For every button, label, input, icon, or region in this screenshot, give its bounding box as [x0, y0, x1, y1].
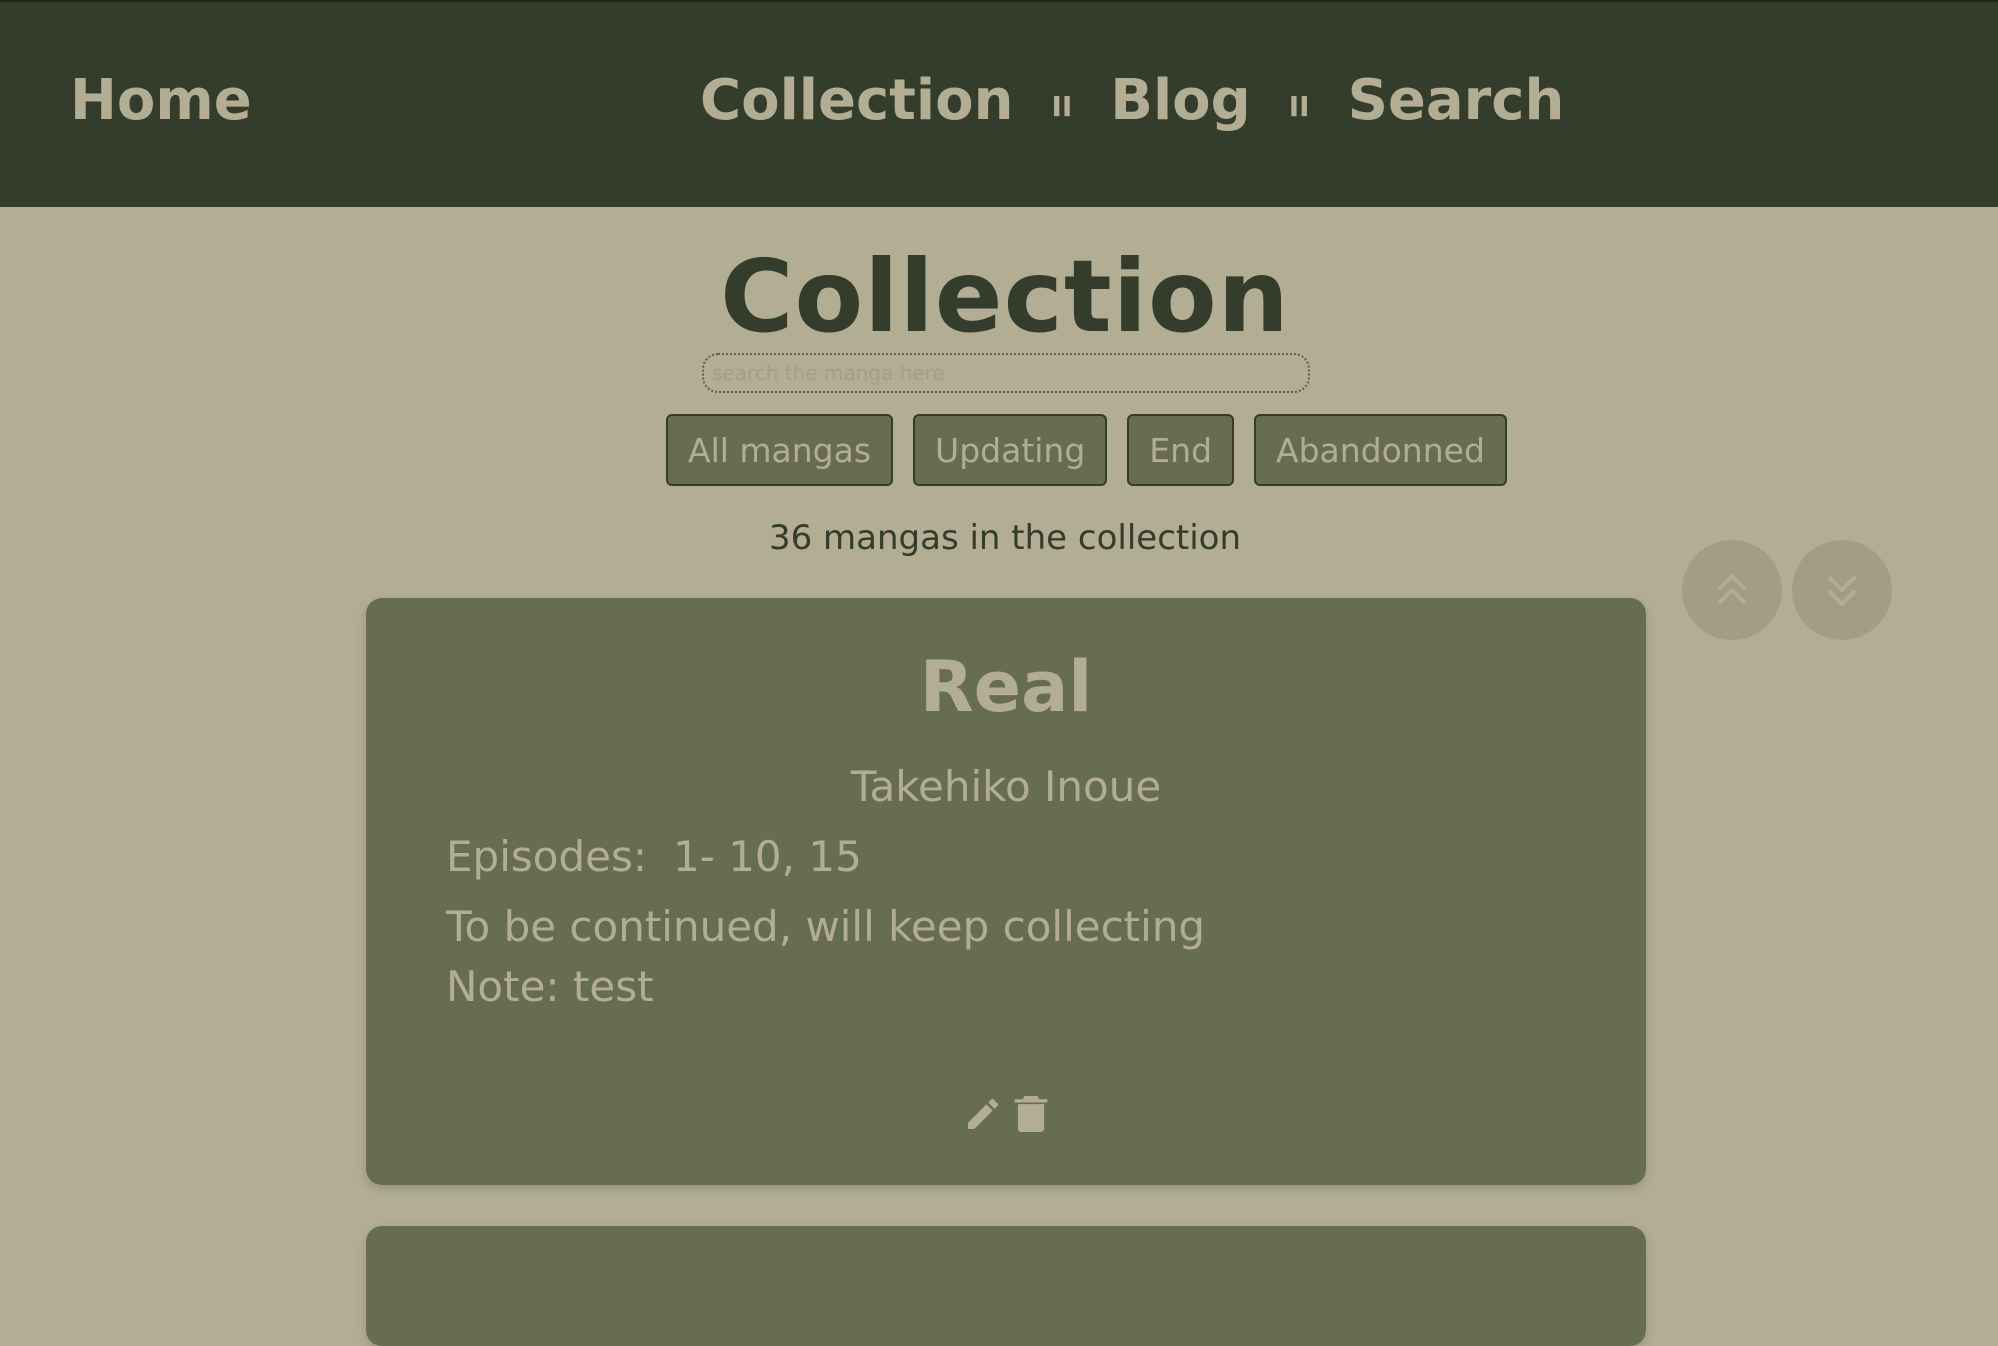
filter-all-mangas-button[interactable]: All mangas [666, 414, 894, 486]
filter-abandonned-button[interactable]: Abandonned [1254, 414, 1507, 486]
filter-button-group: All mangas Updating End Abandonned [666, 414, 1507, 486]
scroll-to-bottom-button[interactable] [1792, 540, 1892, 640]
manga-author: Takehiko Inoue [850, 762, 1162, 811]
page-title: Collection [720, 238, 1290, 355]
nav-blog-link[interactable]: Blog [1110, 68, 1250, 133]
manga-episodes: Episodes: 1- 10, 15 [446, 832, 862, 881]
double-chevron-up-icon [1718, 574, 1746, 604]
nav-home-link[interactable]: Home [70, 68, 252, 133]
episodes-value: 1- 10, 15 [672, 832, 862, 881]
episodes-label: Episodes: [446, 832, 647, 881]
nav-collection-link[interactable]: Collection [700, 68, 1013, 133]
scroll-to-top-button[interactable] [1682, 540, 1782, 640]
manga-note: Note: test [446, 962, 654, 1011]
manga-status: To be continued, will keep collecting [446, 902, 1206, 951]
nav-separator: II [1051, 90, 1073, 123]
search-input[interactable] [702, 353, 1310, 393]
manga-title: Real [919, 646, 1093, 728]
trash-icon[interactable] [1013, 1094, 1049, 1134]
manga-card-next [366, 1226, 1646, 1346]
nav-links: Collection II Blog II Search [700, 68, 1564, 133]
double-chevron-down-icon [1828, 576, 1856, 606]
nav-search-link[interactable]: Search [1348, 68, 1565, 133]
filter-updating-button[interactable]: Updating [913, 414, 1108, 486]
top-navigation-bar: Home Collection II Blog II Search [0, 0, 1998, 207]
filter-end-button[interactable]: End [1127, 414, 1235, 486]
manga-card: Real Takehiko Inoue Episodes: 1- 10, 15 T… [366, 598, 1646, 1185]
nav-separator: II [1288, 90, 1310, 123]
manga-card-actions [366, 1094, 1646, 1134]
pencil-icon[interactable] [963, 1094, 1003, 1134]
